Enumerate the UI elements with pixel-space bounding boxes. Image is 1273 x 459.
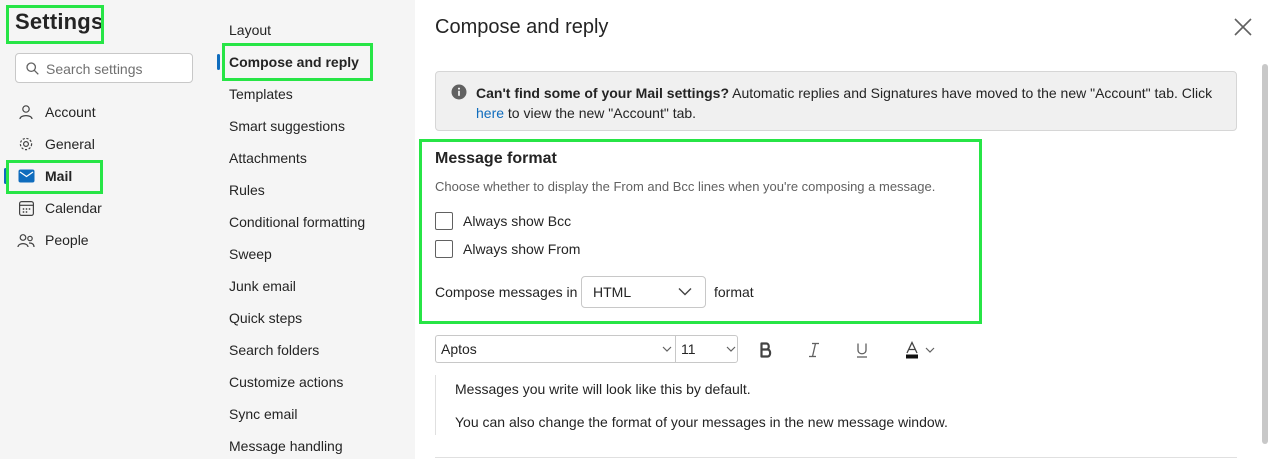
preview-line-1: Messages you write will look like this b…	[455, 381, 751, 397]
format-dropdown[interactable]: HTML	[581, 276, 706, 308]
info-body-text: Automatic replies and Signatures have mo…	[729, 85, 1213, 101]
nav-mail-label: Mail	[45, 168, 73, 184]
nav-account[interactable]: Account	[8, 97, 208, 127]
nav-general-label: General	[45, 136, 95, 152]
mail-selected-indicator	[4, 168, 7, 184]
subnav-layout[interactable]: Layout	[229, 19, 271, 41]
close-icon	[1234, 18, 1252, 36]
format-dropdown-value: HTML	[593, 284, 632, 300]
subnav-sweep[interactable]: Sweep	[229, 243, 272, 265]
always-show-bcc-label: Always show Bcc	[463, 213, 572, 229]
people-icon	[16, 230, 36, 250]
chevron-down-icon	[925, 347, 935, 353]
always-show-bcc-checkbox[interactable]: Always show Bcc	[435, 210, 635, 232]
subnav-junk-email[interactable]: Junk email	[229, 275, 296, 297]
underline-icon	[857, 343, 867, 358]
subnav-attachments[interactable]: Attachments	[229, 147, 307, 169]
subnav-quick-steps[interactable]: Quick steps	[229, 307, 302, 329]
chevron-down-icon	[678, 288, 692, 296]
message-format-heading: Message format	[435, 150, 557, 167]
search-icon	[26, 62, 39, 75]
italic-button[interactable]	[802, 338, 826, 362]
subnav-compose-and-reply[interactable]: Compose and reply	[229, 51, 359, 73]
font-color-icon	[906, 341, 918, 359]
subnav-rules[interactable]: Rules	[229, 179, 265, 201]
subnav-smart-suggestions[interactable]: Smart suggestions	[229, 115, 345, 137]
subnav-search-folders[interactable]: Search folders	[229, 339, 319, 361]
subnav-conditional-formatting[interactable]: Conditional formatting	[229, 211, 365, 233]
nav-general[interactable]: General	[8, 129, 208, 159]
checkbox-box[interactable]	[435, 212, 453, 230]
chevron-down-icon	[726, 346, 736, 352]
chevron-down-icon	[662, 346, 672, 352]
nav-calendar[interactable]: Calendar	[8, 193, 208, 223]
always-show-from-label: Always show From	[463, 241, 581, 257]
divider	[435, 457, 1237, 458]
here-link[interactable]: here	[476, 105, 504, 121]
person-icon	[16, 102, 36, 122]
nav-mail[interactable]: Mail	[8, 161, 208, 191]
format-suffix-label: format	[714, 284, 754, 300]
nav-people[interactable]: People	[8, 225, 208, 255]
bold-button[interactable]	[754, 338, 778, 362]
info-text: Can't find some of your Mail settings? A…	[476, 83, 1216, 123]
page-title: Compose and reply	[435, 16, 609, 38]
checkbox-box[interactable]	[435, 240, 453, 258]
compose-messages-label: Compose messages in	[435, 284, 578, 300]
close-button[interactable]	[1232, 16, 1254, 38]
font-color-button[interactable]	[898, 338, 940, 362]
subnav-customize-actions[interactable]: Customize actions	[229, 371, 343, 393]
nav-people-label: People	[45, 232, 89, 248]
bold-icon	[760, 342, 772, 358]
font-size-value: 11	[681, 341, 696, 357]
compose-selected-indicator	[217, 54, 220, 70]
gear-icon	[16, 134, 36, 154]
underline-button[interactable]	[850, 338, 874, 362]
subnav-message-handling[interactable]: Message handling	[229, 435, 343, 457]
info-icon	[451, 84, 467, 100]
mail-icon	[16, 166, 36, 186]
font-size-dropdown[interactable]: 11	[675, 335, 738, 363]
font-family-value: Aptos	[441, 341, 477, 357]
preview-line-2: You can also change the format of your m…	[455, 414, 948, 430]
settings-title: Settings	[15, 9, 104, 34]
search-input[interactable]	[44, 59, 190, 79]
search-settings-box[interactable]	[15, 53, 193, 83]
scrollbar[interactable]	[1262, 64, 1268, 444]
subnav-templates[interactable]: Templates	[229, 83, 293, 105]
message-format-description: Choose whether to display the From and B…	[435, 179, 936, 194]
info-tail-text: to view the new "Account" tab.	[504, 105, 697, 121]
always-show-from-checkbox[interactable]: Always show From	[435, 238, 635, 260]
info-banner: Can't find some of your Mail settings? A…	[435, 71, 1237, 131]
nav-calendar-label: Calendar	[45, 200, 102, 216]
info-bold-text: Can't find some of your Mail settings?	[476, 85, 730, 101]
nav-account-label: Account	[45, 104, 96, 120]
font-family-dropdown[interactable]: Aptos	[435, 335, 675, 363]
subnav-sync-email[interactable]: Sync email	[229, 403, 297, 425]
calendar-icon	[16, 198, 36, 218]
italic-icon	[809, 342, 819, 358]
